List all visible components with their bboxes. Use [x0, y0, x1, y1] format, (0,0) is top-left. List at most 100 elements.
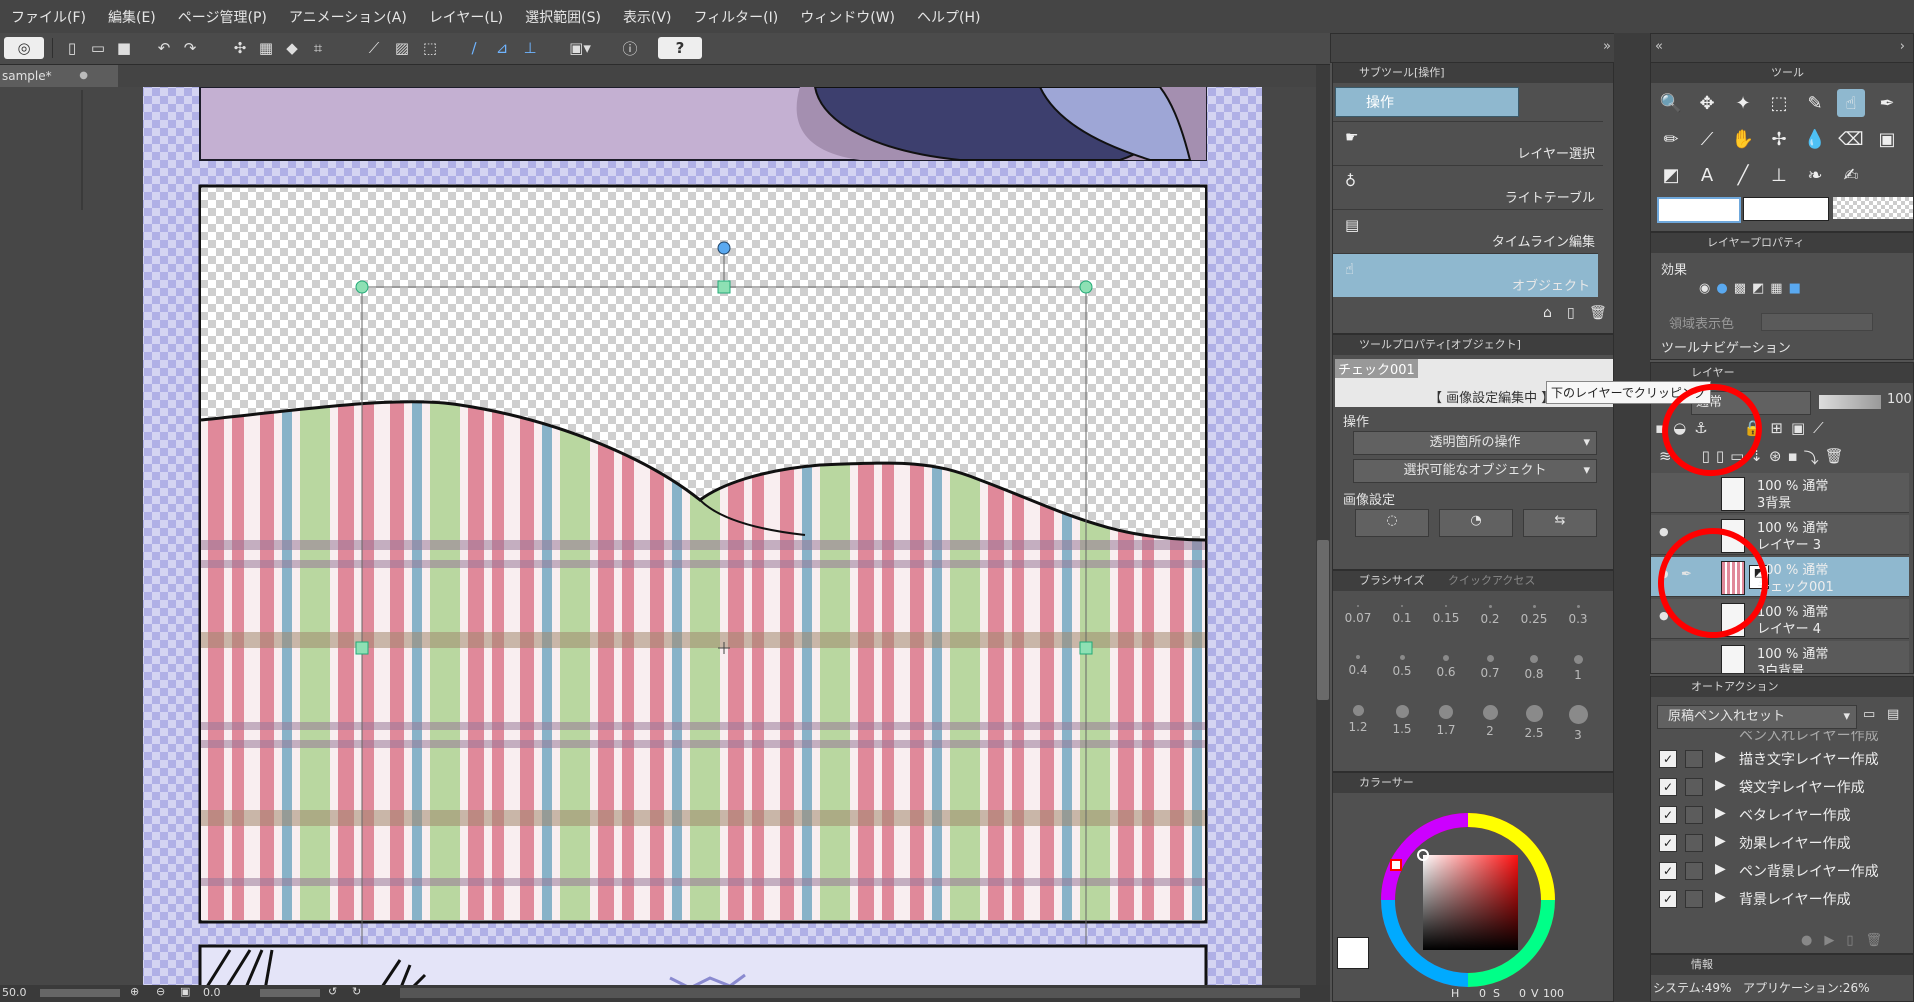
color-panel-tab[interactable]: カラーサー	[1333, 773, 1613, 793]
combine-icon[interactable]: ⊛	[1769, 447, 1782, 468]
brush-size-item[interactable]: 0.2	[1469, 597, 1511, 645]
brush-size-item[interactable]: 1.7	[1425, 697, 1467, 745]
brush-size-item[interactable]: 0.25	[1513, 597, 1555, 645]
new-file-icon[interactable]: ▯	[60, 37, 84, 59]
crop-icon[interactable]: ⟋	[362, 37, 386, 59]
autoselect-icon[interactable]: ✎	[1801, 89, 1829, 117]
menu-selection[interactable]: 選択範囲(S)	[514, 7, 612, 27]
new-action-icon[interactable]: ▯	[1846, 933, 1853, 948]
gradient-icon[interactable]: ◩	[1657, 161, 1685, 189]
deselect-icon[interactable]: ⌗	[306, 37, 330, 59]
image-mode-1-button[interactable]: ◌	[1355, 509, 1429, 537]
action-dialog-toggle[interactable]	[1685, 890, 1703, 908]
action-row[interactable]: ✓ ▶ 袋文字レイヤー作成	[1651, 773, 1909, 801]
brush-size-item[interactable]: 0.15	[1425, 597, 1467, 645]
area-color-field[interactable]	[1761, 313, 1873, 331]
main-color-bar[interactable]	[1657, 197, 1741, 223]
pattern-icon[interactable]: ▦	[1770, 281, 1782, 296]
mask-icon[interactable]: ▣	[1791, 419, 1805, 437]
action-row[interactable]: ✓ ▶ 背景レイヤー作成	[1651, 885, 1909, 913]
delete-action-icon[interactable]: 🗑	[1866, 933, 1883, 948]
fill-icon[interactable]: ▣	[1873, 125, 1901, 153]
menu-view[interactable]: 表示(V)	[612, 7, 683, 27]
layer-color-swatch-icon[interactable]: ■	[1789, 281, 1801, 296]
expand-arrow-icon[interactable]: ▶	[1715, 861, 1726, 877]
action-row[interactable]: ✓ ▶ 描き文字レイヤー作成	[1651, 745, 1909, 773]
snap-grid-icon[interactable]: ⊥	[518, 37, 542, 59]
mask-create-icon[interactable]: ▪	[1787, 447, 1797, 468]
expand-icon[interactable]: «	[1655, 39, 1663, 54]
airbrush-icon[interactable]: ✋	[1729, 125, 1757, 153]
action-enabled-checkbox[interactable]: ✓	[1659, 890, 1677, 908]
menu-window[interactable]: ウィンドウ(W)	[789, 7, 906, 27]
snap-ruler-icon[interactable]: ∕	[462, 37, 486, 59]
open-file-icon[interactable]: ▭	[86, 37, 110, 59]
main-color-swatch[interactable]	[1337, 937, 1369, 969]
blend-icon[interactable]: 💧	[1801, 125, 1829, 153]
canvas-options-icon[interactable]: ▣▾	[560, 37, 600, 59]
info-icon[interactable]: ⓘ	[618, 37, 642, 59]
action-row[interactable]: ✓ ▶ 効果レイヤー作成	[1651, 829, 1909, 857]
menu-edit[interactable]: 編集(E)	[97, 7, 167, 27]
transform-icon[interactable]: ✣	[228, 37, 252, 59]
selectable-object-dropdown[interactable]: 選択可能なオブジェクト ▾	[1353, 459, 1597, 483]
action-set-dropdown[interactable]: 原稿ペン入れセット ▾	[1657, 705, 1857, 729]
visibility-eye-icon[interactable]: ●	[1659, 525, 1669, 538]
zoom-in-icon[interactable]: ⊕	[130, 985, 139, 998]
opacity-value[interactable]: 100	[1887, 392, 1912, 407]
brush-size-item[interactable]: 2.5	[1513, 697, 1555, 745]
subtool-layer-select[interactable]: ☛ レイヤー選択	[1333, 121, 1603, 165]
show-selection-icon[interactable]: ⬚	[418, 37, 442, 59]
subtool-light-table[interactable]: ♁ ライトテーブル	[1333, 165, 1603, 209]
delete-subtool-icon[interactable]: 🗑	[1589, 305, 1607, 321]
brush-size-item[interactable]: 3	[1557, 697, 1599, 745]
figure-icon[interactable]: ╱	[1729, 161, 1757, 189]
canvas-vertical-scrollbar[interactable]	[1316, 65, 1330, 985]
menu-filter[interactable]: フィルター(I)	[682, 7, 789, 27]
rotation-value[interactable]: 0.0	[203, 986, 221, 999]
expand-arrow-icon[interactable]: ▶	[1715, 749, 1726, 765]
pen-icon[interactable]: ✒	[1873, 89, 1901, 117]
threshold-icon[interactable]: ◩	[1752, 281, 1764, 296]
collapse-icon[interactable]: ›	[1900, 39, 1905, 54]
brush-size-item[interactable]: 0.4	[1337, 647, 1379, 695]
brush-size-item[interactable]: 0.3	[1557, 597, 1599, 645]
menu-help[interactable]: ヘルプ(H)	[906, 7, 991, 27]
action-menu-icon[interactable]: ▤	[1887, 707, 1899, 722]
record-icon[interactable]: ●	[1801, 933, 1812, 948]
action-dialog-toggle[interactable]	[1685, 778, 1703, 796]
action-dialog-toggle[interactable]	[1685, 834, 1703, 852]
rotate-left-icon[interactable]: ↺	[328, 985, 337, 998]
sub-color-bar[interactable]	[1743, 197, 1829, 221]
new-action-set-icon[interactable]: ▭	[1863, 707, 1875, 722]
apply-mask-icon[interactable]: ⤵	[1804, 447, 1819, 468]
menu-animation[interactable]: アニメーション(A)	[278, 7, 418, 27]
layer-row[interactable]: 100 % 通常 3背景	[1651, 473, 1909, 513]
subtool-timeline-edit[interactable]: ▤ タイムライン編集	[1333, 209, 1603, 253]
decoration-icon[interactable]: ✢	[1765, 125, 1793, 153]
brush-size-item[interactable]: 1.2	[1337, 697, 1379, 745]
action-row[interactable]: ✓ ▶ ベタレイヤー作成	[1651, 801, 1909, 829]
zoom-icon[interactable]: 🔍	[1657, 89, 1685, 117]
selection-icon[interactable]: ⬚	[1765, 89, 1793, 117]
fill-icon[interactable]: ◆	[280, 37, 304, 59]
brush-size-item[interactable]: 0.7	[1469, 647, 1511, 695]
layer-row[interactable]: 100 % 通常 3白背景	[1651, 641, 1909, 673]
operation-icon[interactable]: ✦	[1729, 89, 1757, 117]
brush-icon[interactable]: ⟋	[1693, 125, 1721, 153]
frame-icon[interactable]: ⊥	[1765, 161, 1793, 189]
tab-brush-size[interactable]: ブラシサイズ	[1359, 574, 1424, 587]
play-icon[interactable]: ▶	[1824, 933, 1834, 948]
border-effect-icon[interactable]: ◉	[1699, 281, 1710, 296]
clip-studio-icon[interactable]: ◎	[4, 37, 44, 59]
object-tool-icon[interactable]: ☝	[1837, 89, 1865, 117]
canvas-scroll-thumb[interactable]	[1317, 540, 1329, 700]
subtool-object[interactable]: ☝ オブジェクト	[1333, 253, 1598, 297]
expand-arrow-icon[interactable]: ▶	[1715, 805, 1726, 821]
text-icon[interactable]: A	[1693, 161, 1721, 189]
canvas-drawing[interactable]	[0, 87, 1316, 985]
menu-file[interactable]: ファイル(F)	[0, 7, 97, 27]
zoom-value[interactable]: 50.0	[2, 986, 27, 999]
menu-page[interactable]: ページ管理(P)	[167, 7, 278, 27]
brush-size-item[interactable]: 1.5	[1381, 697, 1423, 745]
